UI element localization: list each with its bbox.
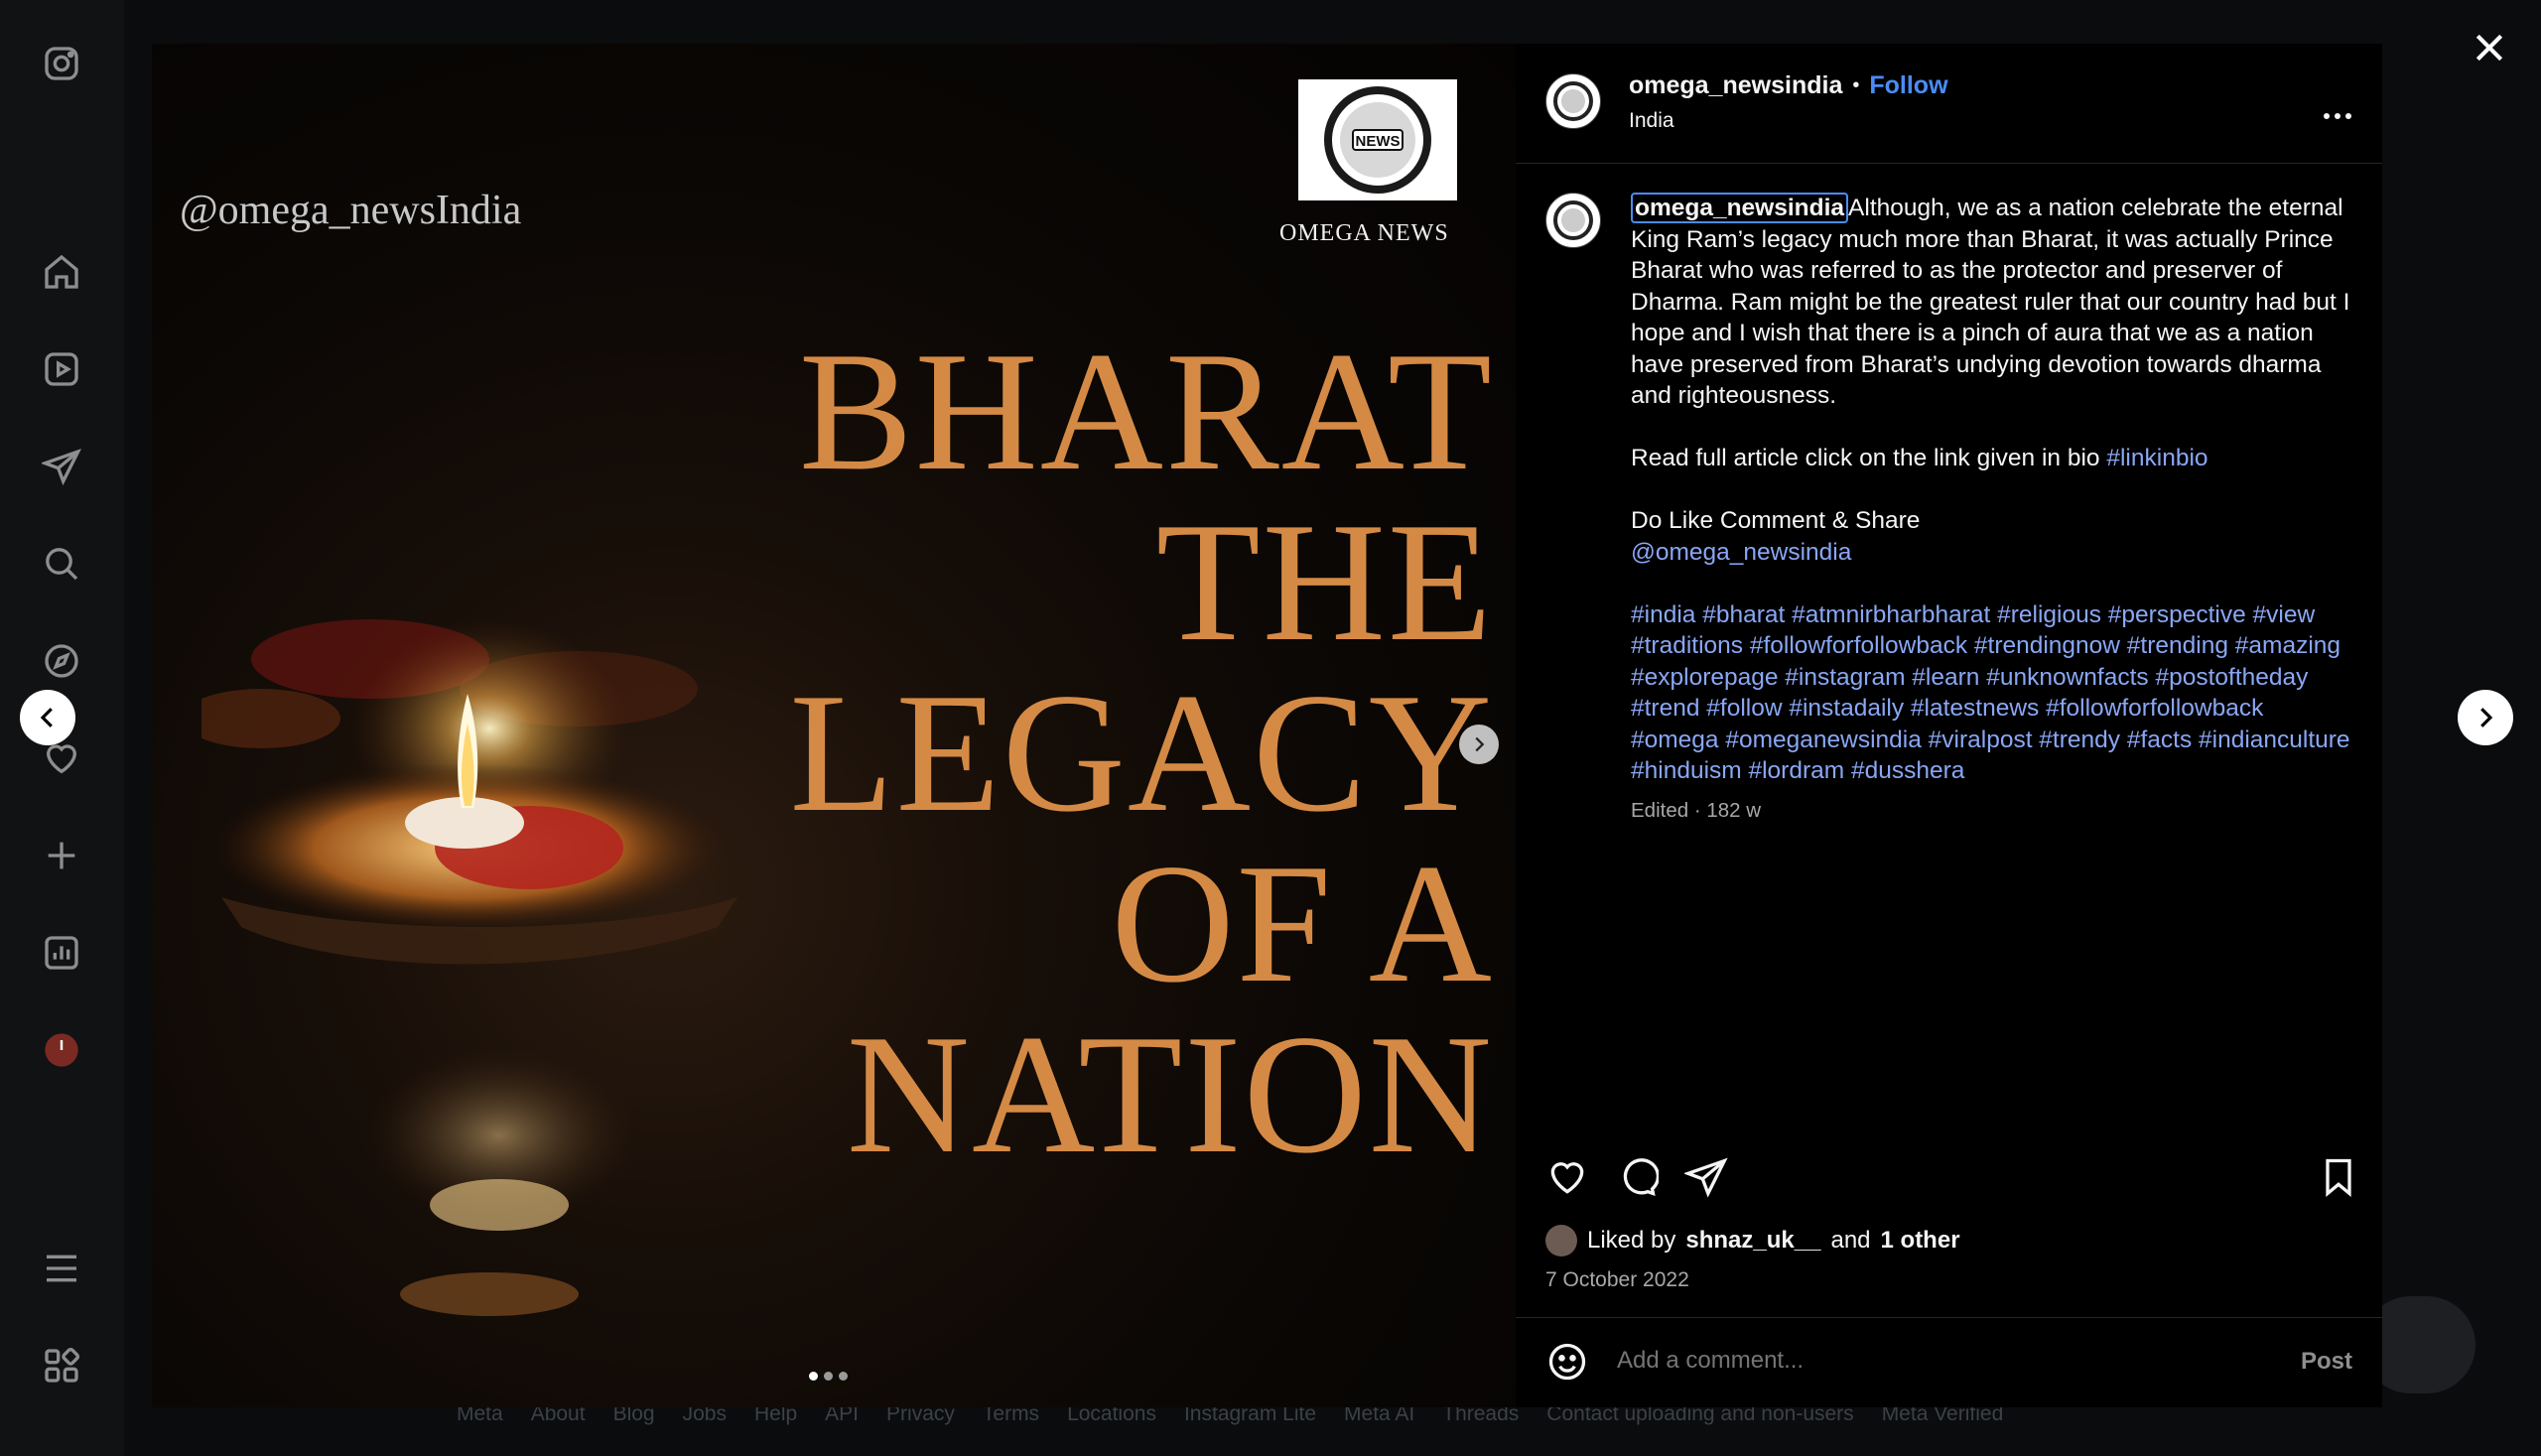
title-line: THE [1155,488,1494,677]
meta-apps-icon[interactable] [38,1342,85,1390]
author-avatar[interactable] [1545,73,1601,129]
title-line: LEGACY [789,659,1494,848]
like-icon[interactable] [1545,1155,1589,1199]
likes-middle: and [1830,1227,1871,1254]
carousel-dot [839,1372,848,1381]
emoji-icon[interactable] [1545,1340,1589,1384]
more-options-button[interactable] [2323,87,2352,129]
post-detail-panel: omega_newsindia • Follow India omega_new… [1516,44,2382,1407]
create-icon[interactable] [38,832,85,879]
omega-news-label: OMEGA NEWS [1279,220,1449,246]
title-line: OF A [1111,830,1494,1018]
likes-others-link[interactable]: 1 other [1881,1227,1960,1255]
dashboard-icon[interactable] [38,929,85,977]
bookmark-icon[interactable] [2317,1155,2360,1199]
post-actions [1545,1155,2354,1207]
post-image[interactable]: @omega_newsIndia NEWS OMEGA NEWS BHARAT … [152,44,1516,1407]
likes-prefix: Liked by [1587,1227,1676,1254]
edited-timestamp: Edited · 182 w [1631,798,1762,822]
carousel-dot-active [809,1372,818,1381]
header-separator: • [1852,74,1860,96]
chevron-left-icon [40,708,53,728]
post-caption: omega_newsindia Although, we as a nation … [1631,193,2355,826]
menu-icon[interactable] [38,1245,85,1292]
post-image-title: BHARAT THE LEGACY OF A NATION [790,327,1495,1180]
carousel-dot [824,1372,833,1381]
title-line: NATION [846,1000,1494,1189]
instagram-logo-icon[interactable] [38,40,85,87]
carousel-next-button[interactable] [1459,725,1499,764]
logo-badge-text: NEWS [1356,133,1401,150]
more-options-icon [2324,113,2351,119]
previous-post-button[interactable] [20,690,75,745]
post-location[interactable]: India [1629,109,1674,133]
comment-input[interactable] [1615,1346,2214,1376]
post-comment-button[interactable]: Post [2301,1348,2352,1376]
close-icon[interactable] [2470,28,2509,67]
hashtags-list[interactable]: #india #bharat #atmnirbharbharat #religi… [1631,601,2350,785]
caption-owner-username[interactable]: omega_newsindia [1631,193,1849,223]
chevron-right-icon [2480,708,2493,728]
next-post-button[interactable] [2458,690,2513,745]
chevron-right-icon [1475,736,1485,752]
title-line: BHARAT [798,318,1494,506]
messages-icon[interactable] [38,443,85,490]
liker-avatar[interactable] [1545,1225,1577,1257]
profile-avatar[interactable] [38,1026,85,1074]
comment-icon[interactable] [1615,1155,1661,1199]
carousel-indicator [809,1372,848,1381]
caption-read-more: Read full article click on the link give… [1631,445,2107,471]
mention-link[interactable]: @omega_newsindia [1631,539,1851,566]
caption-text: Although, we as a nation celebrate the e… [1631,195,2350,409]
post-header: omega_newsindia • Follow India [1516,44,2382,164]
caption-author-avatar[interactable] [1545,193,1601,248]
reels-icon[interactable] [38,345,85,393]
likes-summary: Liked by shnaz_uk__ and 1 other [1545,1225,1960,1257]
search-icon[interactable] [38,540,85,588]
hashtag-link[interactable]: #linkinbio [2106,445,2207,471]
omega-news-logo: NEWS [1298,79,1457,200]
follow-button[interactable]: Follow [1869,71,1947,100]
home-icon[interactable] [38,248,85,296]
explore-icon[interactable] [38,637,85,685]
comment-bar: Post [1516,1317,2382,1408]
caption-cta: Do Like Comment & Share [1631,507,1921,534]
image-handle-text: @omega_newsIndia [180,188,522,233]
post-date[interactable]: 7 October 2022 [1545,1268,1689,1292]
liker-username[interactable]: shnaz_uk__ [1685,1227,1820,1255]
share-icon[interactable] [1682,1155,1728,1199]
author-username[interactable]: omega_newsindia [1629,71,1842,100]
